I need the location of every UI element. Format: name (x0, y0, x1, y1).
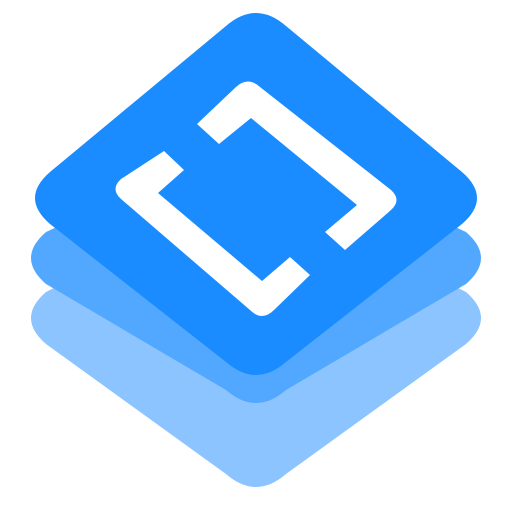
stacked-layers-bracket-icon (31, 13, 481, 487)
app-icon (0, 0, 512, 512)
